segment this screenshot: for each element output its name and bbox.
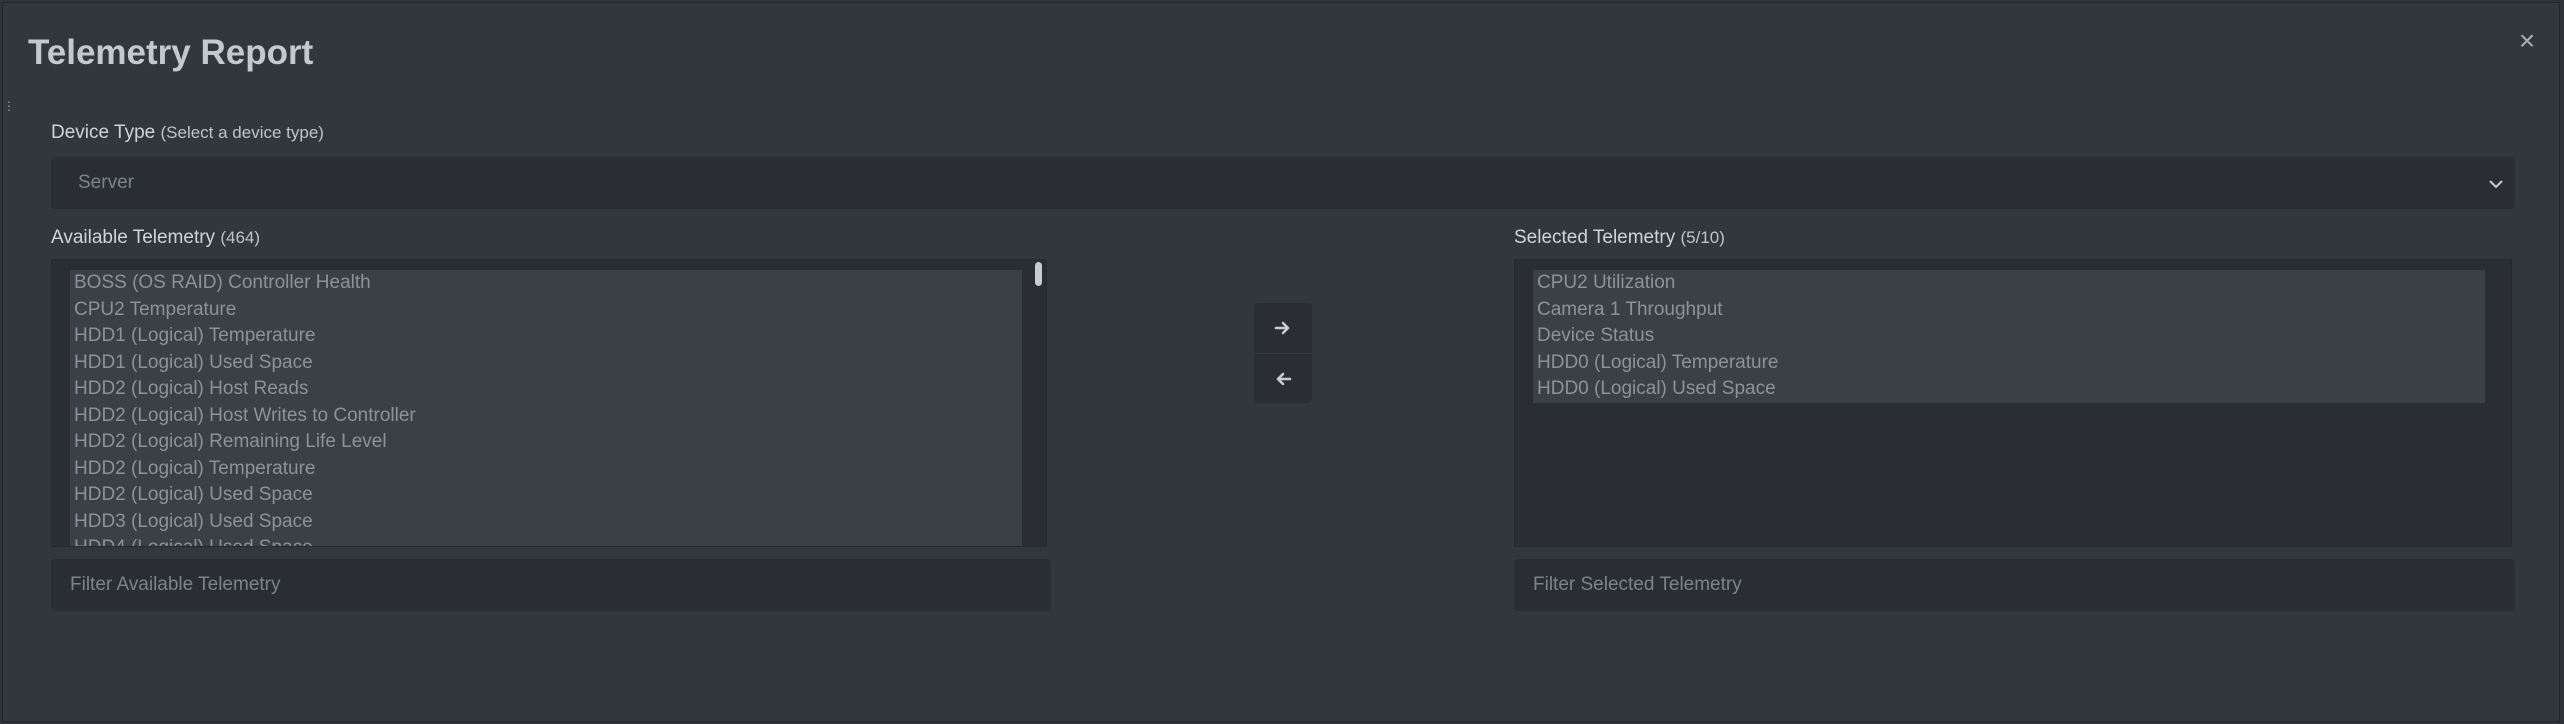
list-item[interactable]: Camera 1 Throughput — [1533, 297, 2485, 324]
filter-available-input[interactable] — [51, 559, 1051, 611]
list-item[interactable]: HDD4 (Logical) Used Space — [70, 535, 1022, 546]
arrow-left-icon — [1276, 372, 1292, 386]
selected-telemetry-label: Selected Telemetry (5/10) — [1514, 226, 1725, 250]
telemetry-report-dialog: ⋮ Telemetry Report × Device Type (Select… — [2, 2, 2560, 722]
available-telemetry-label-text: Available Telemetry — [51, 227, 216, 248]
arrow-right-icon — [1274, 321, 1290, 335]
move-buttons — [1254, 303, 1312, 403]
device-type-label-text: Device Type — [51, 122, 156, 143]
chevron-down-icon — [2489, 180, 2503, 189]
list-item[interactable]: HDD0 (Logical) Used Space — [1533, 376, 2485, 403]
device-type-value: Server — [78, 172, 134, 193]
list-item[interactable]: HDD1 (Logical) Temperature — [70, 323, 1022, 350]
list-item[interactable]: BOSS (OS RAID) Controller Health — [70, 270, 1022, 297]
move-right-button[interactable] — [1254, 303, 1312, 353]
available-telemetry-label: Available Telemetry (464) — [51, 226, 260, 250]
dialog-title: Telemetry Report — [28, 33, 314, 72]
list-item[interactable]: HDD2 (Logical) Temperature — [70, 456, 1022, 483]
available-telemetry-list[interactable]: BOSS (OS RAID) Controller Health CPU2 Tem… — [51, 259, 1047, 547]
available-telemetry-options: BOSS (OS RAID) Controller Health CPU2 Tem… — [70, 270, 1022, 546]
list-item[interactable]: HDD2 (Logical) Used Space — [70, 482, 1022, 509]
device-type-hint: (Select a device type) — [160, 123, 324, 142]
close-button[interactable]: × — [2515, 25, 2539, 57]
selected-scrollbar — [2497, 260, 2511, 546]
selected-telemetry-label-text: Selected Telemetry — [1514, 227, 1676, 248]
list-item[interactable]: HDD2 (Logical) Remaining Life Level — [70, 429, 1022, 456]
list-item[interactable]: HDD0 (Logical) Temperature — [1533, 350, 2485, 377]
list-item[interactable]: HDD2 (Logical) Host Reads — [70, 376, 1022, 403]
available-telemetry-count: (464) — [220, 228, 261, 247]
device-type-select[interactable]: Server — [51, 157, 2515, 209]
selected-telemetry-count: (5/10) — [1680, 228, 1725, 247]
list-item[interactable]: CPU2 Temperature — [70, 297, 1022, 324]
move-left-button[interactable] — [1254, 353, 1312, 404]
selected-telemetry-list[interactable]: CPU2 Utilization Camera 1 Throughput Devic… — [1514, 259, 2512, 547]
list-item[interactable]: HDD2 (Logical) Host Writes to Controller — [70, 403, 1022, 430]
close-icon[interactable]: × — [2519, 25, 2535, 56]
list-item[interactable]: CPU2 Utilization — [1533, 270, 2485, 297]
device-type-label: Device Type (Select a device type) — [51, 121, 324, 145]
available-scrollbar[interactable] — [1032, 260, 1046, 546]
available-scrollbar-thumb[interactable] — [1035, 262, 1042, 286]
selected-telemetry-options: CPU2 Utilization Camera 1 Throughput Devic… — [1533, 270, 2485, 403]
edge-marker: ⋮ — [3, 99, 15, 113]
list-item[interactable]: HDD3 (Logical) Used Space — [70, 509, 1022, 536]
list-item[interactable]: HDD1 (Logical) Used Space — [70, 350, 1022, 377]
list-item[interactable]: Device Status — [1533, 323, 2485, 350]
filter-selected-input[interactable] — [1514, 559, 2515, 611]
